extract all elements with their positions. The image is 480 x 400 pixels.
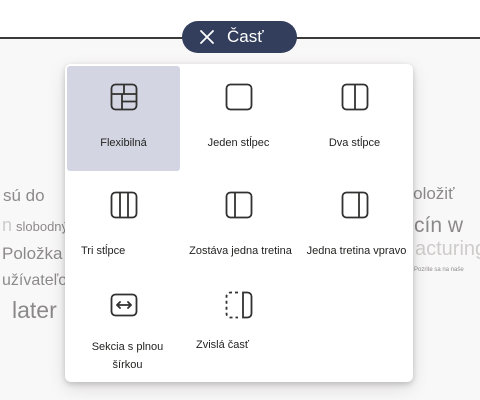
section-layout-panel: Flexibilná Jeden stĺpec Dva stĺpce Tri s… — [65, 64, 413, 382]
one-column-icon — [225, 83, 253, 111]
layout-option-label: Dva stĺpce — [328, 137, 381, 149]
page-canvas: sú do )položiť n slobodný cín w Položka … — [0, 0, 480, 400]
layout-option-full-width[interactable]: Sekcia s plnou šírkou — [67, 274, 180, 380]
full-width-section-icon — [110, 293, 138, 317]
section-close-button[interactable]: Časť — [182, 21, 297, 53]
layout-option-label: Jedna tretina vpravo — [306, 245, 407, 257]
three-columns-icon — [110, 191, 138, 219]
layout-option-one-third-right[interactable]: Jedna tretina vpravo — [298, 174, 411, 279]
vertical-section-icon — [225, 291, 253, 319]
layout-option-label: Jeden stĺpec — [207, 137, 270, 149]
layout-option-flexible[interactable]: Flexibilná — [67, 66, 180, 171]
close-icon — [200, 30, 214, 44]
layout-option-label: Tri stĺpce — [81, 245, 126, 257]
one-third-right-icon — [341, 191, 369, 219]
layout-option-label: Zostáva jedna tretina — [189, 245, 292, 257]
layout-option-vertical-section[interactable]: Zvislá časť — [182, 274, 295, 379]
one-third-left-icon — [225, 191, 253, 219]
layout-option-label: Sekcia s plnou šírkou — [91, 341, 164, 371]
layout-option-three-columns[interactable]: Tri stĺpce — [67, 174, 180, 279]
flexible-layout-icon — [110, 83, 138, 111]
layout-option-one-column[interactable]: Jeden stĺpec — [182, 66, 295, 171]
layout-option-one-third-left[interactable]: Zostáva jedna tretina — [182, 174, 295, 279]
layout-option-label: Flexibilná — [100, 137, 147, 149]
layout-option-label: Zvislá časť — [196, 339, 250, 351]
section-button-label: Časť — [227, 27, 264, 46]
two-columns-icon — [341, 83, 369, 111]
layout-option-two-columns[interactable]: Dva stĺpce — [298, 66, 411, 171]
